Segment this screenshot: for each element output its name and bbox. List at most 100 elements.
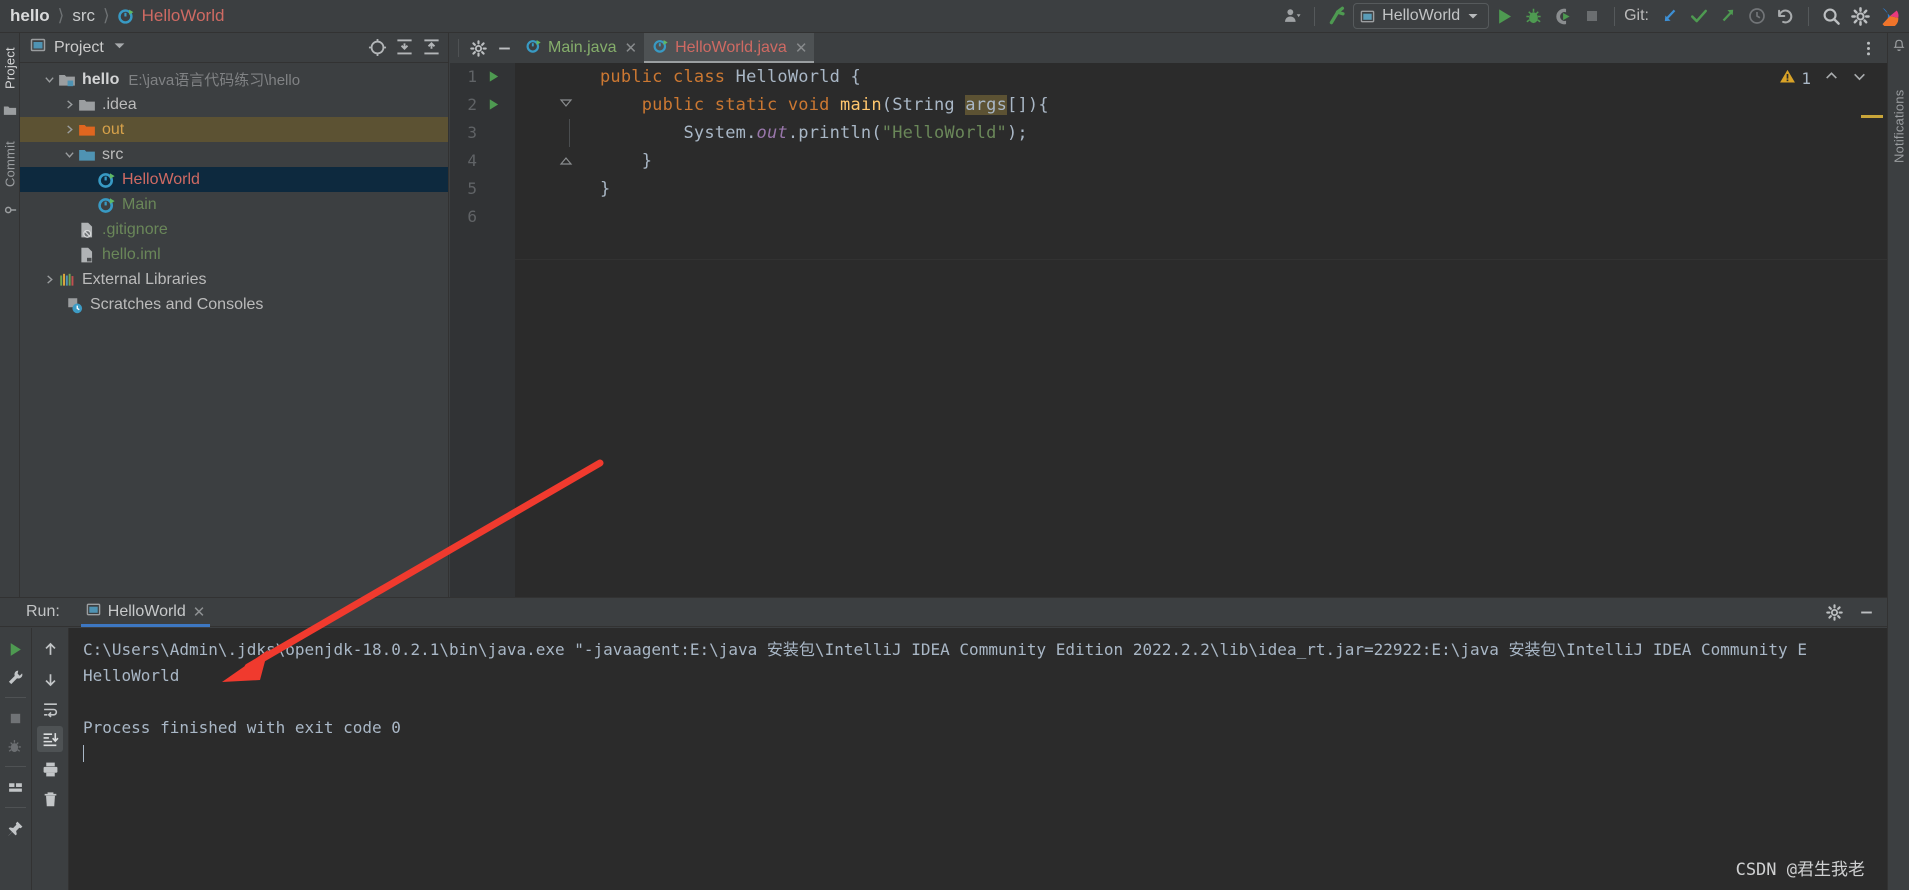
tree-label: .idea <box>102 95 137 113</box>
main-toolbar: hello ⟩ src ⟩ HelloWorld HelloWorld Git: <box>0 0 1909 33</box>
java-class-runnable-icon <box>117 8 135 25</box>
code-line-4: } <box>641 151 653 171</box>
more-options-icon[interactable] <box>1855 35 1881 61</box>
run-with-coverage-button[interactable] <box>1549 3 1576 30</box>
user-account-icon[interactable] <box>1278 3 1305 30</box>
git-update-icon[interactable] <box>1656 3 1683 30</box>
breadcrumb-src[interactable]: src <box>70 6 97 26</box>
chevron-right-icon[interactable] <box>60 124 78 135</box>
attach-debugger-button[interactable] <box>3 733 29 759</box>
git-push-icon[interactable] <box>1714 3 1741 30</box>
fold-close-icon[interactable] <box>559 147 573 172</box>
collapse-all-icon[interactable] <box>419 36 443 60</box>
tree-row-idea[interactable]: .idea <box>20 92 448 117</box>
git-history-icon[interactable] <box>1743 3 1770 30</box>
tree-row-out[interactable]: out <box>20 117 448 142</box>
project-tool-window: Project hello E:\java语言代码练习\hello .idea … <box>20 33 449 597</box>
scroll-to-end-button[interactable] <box>37 726 63 752</box>
chevron-down-icon[interactable] <box>60 149 78 160</box>
debug-button[interactable] <box>1520 3 1547 30</box>
rerun-button[interactable] <box>3 636 29 662</box>
code-content[interactable]: public class HelloWorld { public static … <box>515 63 1887 597</box>
run-configuration-selector[interactable]: HelloWorld <box>1353 3 1490 29</box>
soft-wrap-button[interactable] <box>37 696 63 722</box>
breadcrumb-project[interactable]: hello <box>8 6 52 26</box>
console-output[interactable]: C:\Users\Admin\.jdks\openjdk-18.0.2.1\bi… <box>69 628 1887 890</box>
toolbar-actions: HelloWorld Git: <box>1278 3 1909 30</box>
search-icon[interactable] <box>1818 3 1845 30</box>
minimize-icon[interactable] <box>1853 599 1879 625</box>
layout-settings-button[interactable] <box>3 774 29 800</box>
line-number: 3 <box>467 123 477 142</box>
gear-icon[interactable] <box>465 35 491 61</box>
stop-button[interactable] <box>1578 3 1605 30</box>
warning-marker[interactable] <box>1861 115 1883 118</box>
tree-path: E:\java语言代码练习\hello <box>128 72 301 89</box>
code-line-1: public class HelloWorld { <box>600 67 861 87</box>
tree-row-helloworld[interactable]: HelloWorld <box>20 167 448 192</box>
gear-icon[interactable] <box>1847 3 1874 30</box>
select-opened-file-icon[interactable] <box>365 36 389 60</box>
chevron-right-icon[interactable] <box>60 99 78 110</box>
close-icon[interactable]: ✕ <box>193 603 206 621</box>
stop-button[interactable] <box>3 705 29 731</box>
project-panel-title: Project <box>54 38 104 56</box>
editor-tab-main[interactable]: Main.java ✕ <box>517 33 644 63</box>
close-icon[interactable]: ✕ <box>624 39 637 57</box>
breadcrumb-class[interactable]: HelloWorld <box>140 6 227 26</box>
tree-label: Main <box>122 195 157 213</box>
print-button[interactable] <box>37 756 63 782</box>
code-line-3: System.out.println("HelloWorld"); <box>683 123 1028 143</box>
gear-icon[interactable] <box>1821 599 1847 625</box>
sidebar-item-notifications[interactable]: Notifications <box>1889 61 1909 191</box>
run-gutter-icon[interactable] <box>487 91 501 119</box>
git-commit-icon[interactable] <box>1685 3 1712 30</box>
line-number: 4 <box>467 151 477 170</box>
tree-row-external-libraries[interactable]: External Libraries <box>20 267 448 292</box>
fold-open-icon[interactable] <box>559 91 573 116</box>
console-line: Process finished with exit code 0 <box>83 718 401 737</box>
breadcrumb: hello ⟩ src ⟩ HelloWorld <box>0 6 226 26</box>
chevron-down-icon[interactable] <box>40 74 58 85</box>
build-hammer-icon[interactable] <box>1324 3 1351 30</box>
undo-icon[interactable] <box>1772 3 1799 30</box>
next-problem-icon[interactable] <box>1852 69 1867 88</box>
sidebar-item-commit[interactable]: Commit <box>0 131 20 197</box>
source-folder-icon <box>78 146 96 164</box>
inspection-widget[interactable]: 1 <box>1779 68 1867 89</box>
chevron-down-icon[interactable] <box>113 39 126 57</box>
line-number: 6 <box>467 207 477 226</box>
close-icon[interactable]: ✕ <box>795 39 808 57</box>
prev-problem-icon[interactable] <box>1824 69 1839 88</box>
edit-configuration-button[interactable] <box>3 664 29 690</box>
scratches-icon <box>66 296 84 314</box>
scroll-down-button[interactable] <box>37 666 63 692</box>
minimize-icon[interactable] <box>491 35 517 61</box>
scroll-up-button[interactable] <box>37 636 63 662</box>
tree-row-hello-iml[interactable]: hello.iml <box>20 242 448 267</box>
code-line-5: } <box>600 179 611 199</box>
iml-file-icon <box>78 246 96 264</box>
project-panel-header: Project <box>20 33 448 63</box>
editor-tab-helloworld[interactable]: HelloWorld.java ✕ <box>644 33 815 63</box>
tree-row-main[interactable]: Main <box>20 192 448 217</box>
run-tab-helloworld[interactable]: HelloWorld ✕ <box>77 597 215 627</box>
editor-gutter[interactable]: 1 2 3 4 5 6 <box>450 63 515 597</box>
tree-row-scratches[interactable]: Scratches and Consoles <box>20 292 448 317</box>
run-button[interactable] <box>1491 3 1518 30</box>
tree-row-src[interactable]: src <box>20 142 448 167</box>
run-gutter-icon[interactable] <box>487 63 501 91</box>
chevron-right-icon[interactable] <box>40 274 58 285</box>
clear-all-button[interactable] <box>37 786 63 812</box>
code-editor[interactable]: 1 2 3 4 5 6 public class HelloWorld { pu… <box>450 63 1887 597</box>
fold-guide-line <box>569 119 570 147</box>
line-number: 1 <box>467 67 477 86</box>
tree-row-hello[interactable]: hello E:\java语言代码练习\hello <box>20 67 448 92</box>
expand-all-icon[interactable] <box>392 36 416 60</box>
line-number: 2 <box>467 95 477 114</box>
tree-row-gitignore[interactable]: .gitignore <box>20 217 448 242</box>
tree-label: External Libraries <box>82 270 207 288</box>
sidebar-item-project[interactable]: Project <box>0 37 20 99</box>
pin-tab-button[interactable] <box>3 815 29 841</box>
